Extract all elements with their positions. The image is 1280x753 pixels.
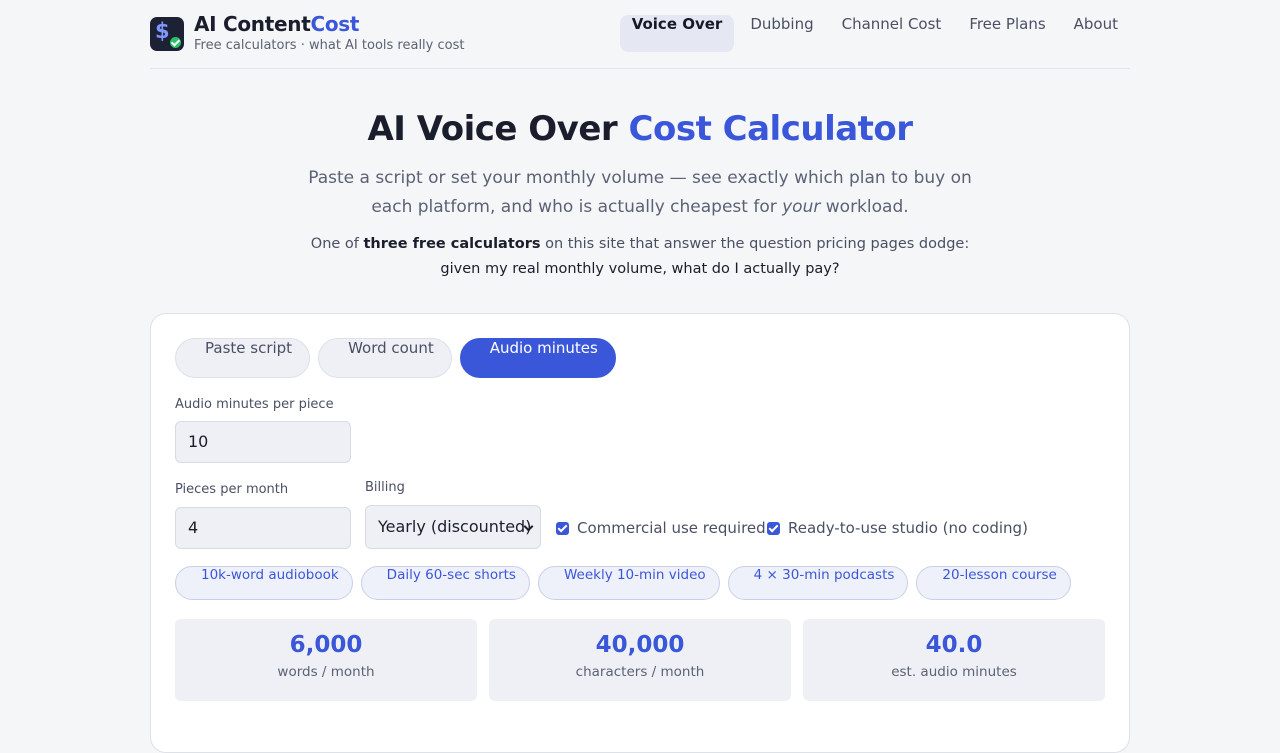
billing-label: Billing: [365, 480, 405, 495]
hero-note: One of three free calculators on this si…: [290, 232, 990, 282]
preset-course[interactable]: 20-lesson course: [916, 566, 1071, 600]
preset-audiobook[interactable]: 10k-word audiobook: [175, 566, 353, 600]
stat-words: 6,000 words / month: [175, 619, 477, 701]
mode-word-count[interactable]: Word count: [318, 338, 452, 378]
preset-weekly-video[interactable]: Weekly 10-min video: [537, 566, 720, 600]
calculator-card: Paste script Word count Audio minutes Au…: [150, 313, 1130, 753]
brand-accent: Cost: [310, 12, 360, 36]
hero-subtitle: Paste a script or set your monthly volum…: [290, 164, 990, 222]
pieces-per-month-label: Pieces per month: [175, 482, 289, 497]
preset-chips: 10k-word audiobook Daily 60-sec shorts W…: [175, 566, 1071, 600]
subtitle-emphasis: your: [782, 197, 821, 217]
note-line2: given my real monthly volume, what do I …: [440, 261, 840, 277]
page-title: AI Voice Over Cost Calculator: [0, 109, 1280, 149]
title-main: AI Voice Over: [367, 109, 629, 149]
subtitle-end: workload.: [820, 197, 909, 217]
tagline: Free calculators · what AI tools really …: [194, 38, 465, 53]
mode-paste-script[interactable]: Paste script: [175, 338, 311, 378]
nav-dubbing[interactable]: Dubbing: [738, 15, 825, 52]
mode-audio-minutes[interactable]: Audio minutes: [459, 338, 616, 378]
preset-daily-shorts[interactable]: Daily 60-sec shorts: [360, 566, 530, 600]
commercial-use-label: Commercial use required: [577, 519, 766, 537]
stat-value: 6,000: [289, 632, 363, 658]
title-accent: Cost Calculator: [628, 109, 914, 149]
checkbox-checked-icon[interactable]: [556, 521, 569, 535]
main-nav: Voice Over Dubbing Channel Cost Free Pla…: [619, 15, 1130, 52]
pieces-per-month-input[interactable]: 4: [175, 507, 351, 549]
site-header: $ AI ContentCost Free calculators · what…: [150, 0, 1130, 69]
nav-free-plans[interactable]: Free Plans: [957, 15, 1057, 52]
preset-podcasts[interactable]: 4 × 30-min podcasts: [727, 566, 909, 600]
stat-label: est. audio minutes: [891, 664, 1017, 680]
note-bold: three free calculators: [363, 236, 541, 252]
stat-value: 40.0: [925, 632, 983, 658]
billing-value: Yearly (discounted): [378, 517, 532, 536]
studio-checkbox[interactable]: Ready-to-use studio (no coding): [767, 519, 1028, 537]
brand-name[interactable]: AI ContentCost: [194, 12, 359, 36]
billing-select[interactable]: Yearly (discounted): [365, 505, 541, 549]
audio-minutes-input[interactable]: 10: [175, 421, 351, 463]
checkbox-checked-icon[interactable]: [767, 521, 780, 535]
commercial-use-checkbox[interactable]: Commercial use required: [556, 519, 766, 537]
stat-value: 40,000: [595, 632, 685, 658]
nav-channel-cost[interactable]: Channel Cost: [830, 15, 954, 52]
audio-minutes-label: Audio minutes per piece: [175, 397, 334, 412]
stat-label: words / month: [277, 664, 375, 680]
stat-characters: 40,000 characters / month: [489, 619, 791, 701]
note-end: on this site that answer the question pr…: [540, 236, 970, 252]
stat-label: characters / month: [575, 664, 705, 680]
stats-row: 6,000 words / month 40,000 characters / …: [175, 619, 1105, 701]
studio-label: Ready-to-use studio (no coding): [788, 519, 1028, 537]
nav-voice-over[interactable]: Voice Over: [619, 15, 735, 52]
dollar-check-logo-icon[interactable]: $: [150, 17, 184, 51]
nav-about[interactable]: About: [1062, 15, 1130, 52]
brand-main: AI Content: [194, 12, 311, 36]
input-mode-tabs: Paste script Word count Audio minutes: [175, 338, 616, 378]
stat-audio-minutes: 40.0 est. audio minutes: [803, 619, 1105, 701]
note-start: One of: [310, 236, 364, 252]
